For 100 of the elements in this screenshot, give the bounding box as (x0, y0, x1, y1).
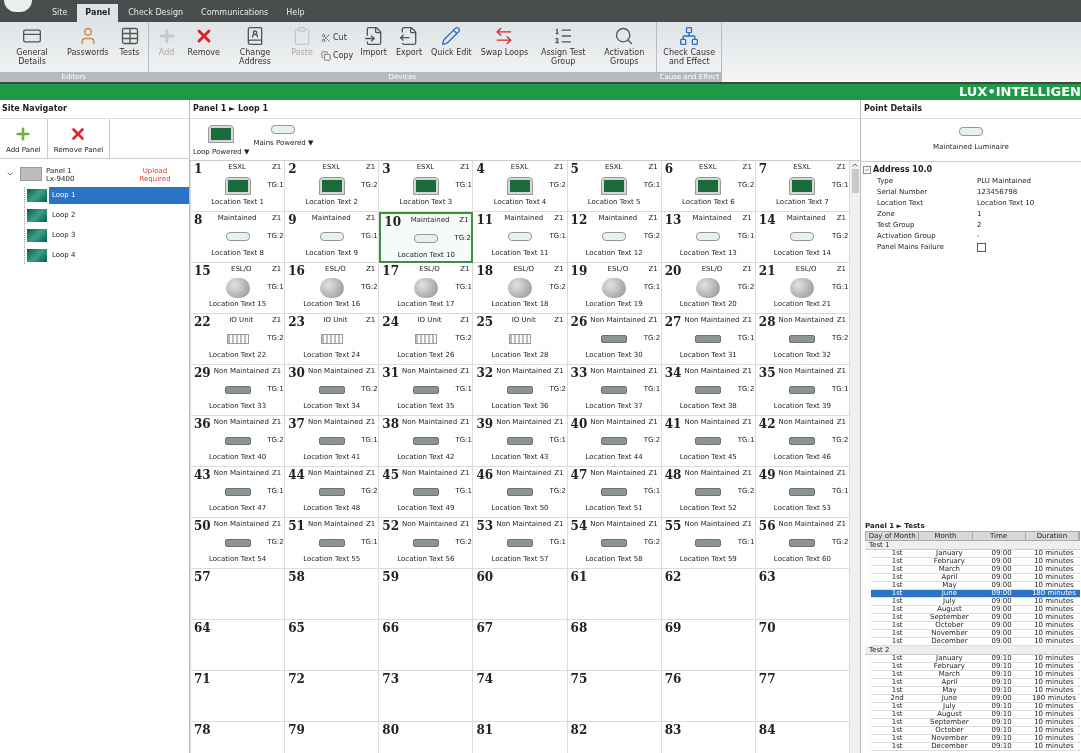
property-checkbox[interactable] (977, 242, 986, 252)
empty-cell[interactable]: 62 (661, 568, 756, 620)
empty-cell[interactable]: 64 (191, 619, 286, 671)
dome-light-icon (602, 277, 627, 298)
empty-cell[interactable]: 67 (473, 619, 568, 671)
address-number: 42 (758, 416, 776, 431)
dome-light-icon (508, 277, 532, 298)
luminaire-icon (507, 487, 533, 496)
luminaire-icon (412, 487, 439, 496)
address-number: 26 (570, 314, 588, 329)
empty-cell[interactable]: 60 (473, 568, 568, 620)
luminaire-icon (695, 487, 722, 496)
menu-tab[interactable]: Panel (77, 4, 119, 22)
empty-cell[interactable]: 72 (285, 670, 380, 722)
list-icon (553, 26, 574, 46)
ribbon-small-button[interactable]: Cut (321, 32, 354, 44)
menu-tab[interactable]: Communications (193, 4, 277, 22)
luminaire-icon (318, 487, 345, 496)
address-number: 57 (194, 569, 211, 584)
address-number: 80 (382, 722, 399, 737)
ribbon-button[interactable]: Activation Groups (594, 22, 655, 72)
address-number: 34 (664, 365, 682, 380)
address-number: 4 (476, 161, 485, 176)
empty-cell[interactable]: 74 (473, 670, 568, 722)
luminaire-icon (319, 232, 344, 241)
copy-icon (321, 51, 331, 61)
ribbon-button[interactable]: Assign Test Group (533, 22, 594, 72)
luminaire-icon (224, 436, 251, 445)
empty-cell[interactable]: 78 (191, 721, 286, 753)
address-number: 59 (382, 569, 399, 584)
network-icon (679, 26, 700, 46)
address-number: 44 (288, 467, 305, 482)
scrollbar[interactable] (850, 160, 860, 753)
address-number: 30 (288, 365, 305, 380)
luminaire-icon (695, 385, 722, 394)
ribbon-button[interactable]: Export (391, 22, 427, 72)
empty-cell[interactable]: 65 (285, 619, 380, 671)
ribbon-button[interactable]: Import (356, 22, 391, 72)
empty-cell[interactable]: 76 (661, 670, 756, 722)
ribbon-small-button[interactable]: Copy (321, 50, 354, 62)
luminaire-icon (271, 125, 296, 134)
address-number: 2 (288, 161, 297, 176)
ribbon-button[interactable]: General Details (2, 22, 62, 72)
empty-cell[interactable]: 58 (285, 568, 380, 620)
address-number: 16 (288, 263, 305, 278)
empty-cell[interactable]: 75 (567, 670, 662, 722)
ribbon-button[interactable]: Tests (113, 22, 146, 72)
luminaire-icon (601, 385, 628, 394)
empty-cell[interactable]: 83 (661, 721, 756, 753)
luminaire-icon (789, 487, 816, 496)
empty-cell[interactable]: 57 (191, 568, 286, 620)
loop-board-icon (27, 209, 47, 222)
address-number: 23 (288, 314, 305, 329)
empty-cell[interactable]: 73 (379, 670, 474, 722)
empty-cell[interactable]: 68 (567, 619, 662, 671)
exit-sign-icon (412, 176, 439, 195)
ribbon-button[interactable]: Check Cause and Effect (659, 22, 720, 72)
empty-cell[interactable]: 69 (661, 619, 756, 671)
luminaire-icon (507, 538, 533, 547)
empty-cell[interactable]: 61 (567, 568, 662, 620)
address-number: 67 (476, 620, 494, 635)
address-number: 10 (384, 214, 401, 229)
collapse-toggle[interactable] (863, 165, 871, 174)
ribbon-button[interactable]: Quick Edit (427, 22, 476, 72)
address-number: 69 (664, 620, 682, 635)
menu-tab[interactable]: Help (278, 4, 313, 22)
scroll-thumb[interactable] (851, 168, 859, 193)
menu-tab[interactable]: Check Design (120, 4, 192, 22)
empty-cell[interactable]: 71 (191, 670, 286, 722)
address-number: 27 (664, 314, 682, 329)
luminaire-icon (789, 436, 816, 445)
address-number: 74 (476, 671, 494, 686)
address-book-icon (245, 26, 265, 46)
ribbon-button[interactable]: Passwords (63, 22, 113, 72)
exit-sign-icon (695, 176, 722, 195)
empty-cell[interactable]: 80 (379, 721, 474, 753)
address-number: 29 (194, 365, 211, 380)
luminaire-icon (601, 334, 628, 343)
empty-cell[interactable]: 81 (473, 721, 568, 753)
address-number: 21 (758, 263, 776, 278)
menu-tab[interactable]: Site (44, 4, 76, 22)
loop-board-icon (27, 189, 47, 202)
ribbon-button[interactable]: Change Address (225, 22, 285, 72)
address-number: 54 (570, 518, 588, 533)
empty-cell[interactable]: 82 (567, 721, 662, 753)
luminaire-icon (696, 232, 721, 241)
address-number: 45 (382, 467, 399, 482)
empty-cell[interactable]: 66 (379, 619, 474, 671)
empty-cell[interactable]: 59 (379, 568, 474, 620)
luminaire-icon (224, 538, 251, 547)
address-number: 25 (476, 314, 494, 329)
empty-cell[interactable]: 79 (285, 721, 380, 753)
address-number: 76 (664, 671, 682, 686)
address-number: 48 (664, 467, 682, 482)
address-number: 19 (570, 263, 588, 278)
ribbon-button[interactable]: Remove (183, 22, 224, 72)
dome-light-icon (225, 277, 250, 298)
address-number: 50 (194, 518, 211, 533)
ribbon-button[interactable]: Swap Loops (476, 22, 533, 72)
luminaire-icon (224, 385, 251, 394)
